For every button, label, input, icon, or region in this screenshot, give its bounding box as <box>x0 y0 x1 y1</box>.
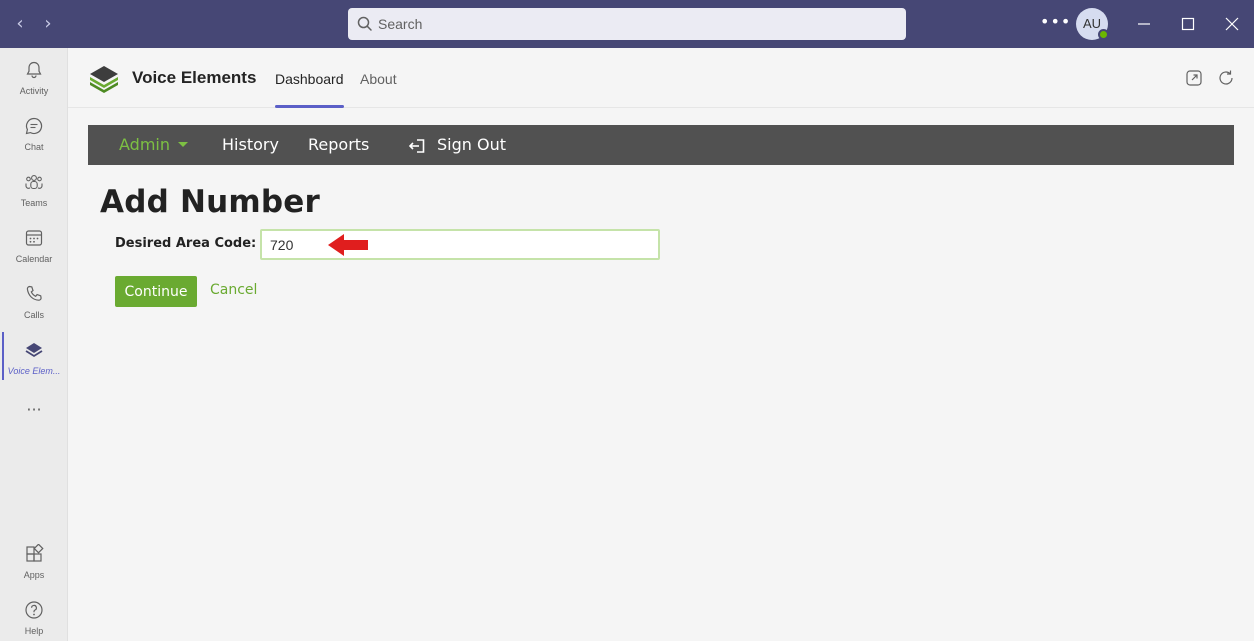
title-bar: ‹ › ••• AU <box>0 0 1254 48</box>
tab-about[interactable]: About <box>360 71 397 87</box>
rail-item-activity[interactable]: Activity <box>0 52 68 104</box>
cancel-link[interactable]: Cancel <box>210 282 257 298</box>
search-icon <box>357 16 372 31</box>
continue-button[interactable]: Continue <box>115 276 197 307</box>
rail-item-help[interactable]: Help <box>0 592 68 641</box>
chat-icon <box>25 117 43 135</box>
rail-item-label: Voice Elem... <box>7 366 61 376</box>
more-options-icon[interactable]: ••• <box>1040 12 1070 36</box>
voice-elements-icon <box>25 343 43 358</box>
search-input[interactable] <box>378 8 898 40</box>
rail-item-calls[interactable]: Calls <box>0 276 68 328</box>
tab-dashboard[interactable]: Dashboard <box>275 71 344 87</box>
phone-icon <box>26 285 42 301</box>
close-icon[interactable] <box>1220 12 1244 36</box>
rail-item-teams[interactable]: Teams <box>0 164 68 216</box>
nav-admin-label: Admin <box>119 135 170 154</box>
nav-reports[interactable]: Reports <box>308 135 369 154</box>
nav-admin-dropdown[interactable]: Admin <box>119 135 188 154</box>
back-arrow-icon[interactable]: ‹ <box>10 14 30 34</box>
teams-icon <box>25 175 43 190</box>
avatar-initials: AU <box>1082 16 1102 31</box>
avatar[interactable]: AU <box>1076 8 1109 40</box>
caret-down-icon <box>178 141 188 147</box>
rail-item-calendar[interactable]: Calendar <box>0 220 68 272</box>
search-box[interactable] <box>348 8 906 40</box>
area-code-label: Desired Area Code: <box>115 236 257 251</box>
app-content: Admin History Reports Sign Out Add Numbe… <box>88 108 1234 641</box>
rail-item-apps[interactable]: Apps <box>0 536 68 588</box>
app-rail: Activity Chat Teams Calendar Calls Voice… <box>0 48 68 641</box>
more-apps-icon[interactable]: ··· <box>0 400 68 419</box>
nav-history[interactable]: History <box>222 135 279 154</box>
forward-arrow-icon[interactable]: › <box>38 14 58 34</box>
rail-item-label: Activity <box>19 86 49 96</box>
app-navbar: Admin History Reports Sign Out <box>88 125 1234 165</box>
calendar-icon <box>25 230 43 246</box>
nav-sign-out[interactable]: Sign Out <box>437 135 506 154</box>
area-code-input[interactable] <box>260 229 660 260</box>
rail-item-label: Chat <box>24 142 44 152</box>
minimize-icon[interactable] <box>1132 12 1156 36</box>
pop-out-icon[interactable] <box>1185 69 1203 87</box>
refresh-icon[interactable] <box>1217 69 1235 87</box>
help-icon <box>25 601 43 619</box>
maximize-icon[interactable] <box>1176 12 1200 36</box>
annotation-arrow-icon <box>328 234 368 256</box>
rail-item-label: Calendar <box>15 254 53 264</box>
bell-icon <box>26 61 42 79</box>
voice-elements-logo-icon <box>90 66 118 93</box>
page-title: Add Number <box>100 184 320 220</box>
rail-item-label: Calls <box>23 310 44 320</box>
rail-item-chat[interactable]: Chat <box>0 108 68 160</box>
app-header: Voice Elements Dashboard About <box>68 48 1254 108</box>
rail-item-voice-elements[interactable]: Voice Elem... <box>0 332 68 384</box>
rail-item-label: Apps <box>23 570 45 580</box>
sign-out-icon <box>408 139 425 153</box>
app-title: Voice Elements <box>132 68 257 87</box>
rail-item-label: Help <box>24 626 44 636</box>
rail-item-label: Teams <box>20 198 48 208</box>
apps-icon <box>26 544 44 562</box>
presence-available-icon <box>1098 29 1109 40</box>
